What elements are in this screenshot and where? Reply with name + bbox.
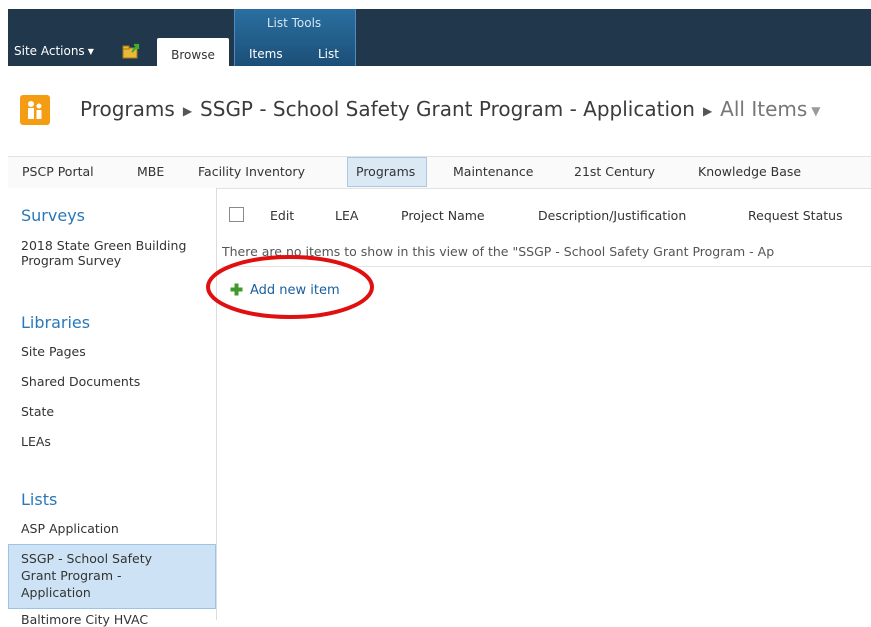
- select-all-checkbox[interactable]: [229, 207, 244, 222]
- top-nav-21st-century[interactable]: 21st Century: [574, 164, 655, 179]
- column-header-project-name[interactable]: Project Name: [401, 208, 485, 223]
- breadcrumb: Programs ▶ SSGP - School Safety Grant Prog…: [80, 97, 821, 121]
- column-header-description[interactable]: Description/Justification: [538, 208, 686, 223]
- top-nav-maintenance[interactable]: Maintenance: [453, 164, 534, 179]
- people-icon[interactable]: [20, 95, 50, 125]
- list-tools-label: List Tools: [266, 16, 322, 30]
- breadcrumb-view[interactable]: All Items: [720, 97, 807, 121]
- tab-list[interactable]: List: [318, 47, 339, 61]
- site-actions-label: Site Actions: [14, 44, 85, 58]
- tab-items[interactable]: Items: [249, 47, 283, 61]
- top-nav-mbe[interactable]: MBE: [137, 164, 164, 179]
- annotation-circle: [204, 253, 376, 321]
- lists-heading[interactable]: Lists: [21, 490, 57, 509]
- site-actions-menu[interactable]: Site Actions ▼: [14, 44, 94, 58]
- breadcrumb-programs[interactable]: Programs: [80, 97, 175, 121]
- quick-launch-item-selected[interactable]: SSGP - School Safety Grant Program - App…: [21, 550, 186, 601]
- chevron-down-icon: ▼: [87, 47, 94, 56]
- quick-launch-item[interactable]: Site Pages: [21, 344, 86, 359]
- column-header-request-status[interactable]: Request Status: [748, 208, 843, 223]
- top-nav-pscp-portal[interactable]: PSCP Portal: [22, 164, 94, 179]
- tab-browse[interactable]: Browse: [157, 38, 229, 66]
- breadcrumb-separator-icon: ▶: [182, 103, 193, 118]
- chevron-down-icon[interactable]: ▼: [811, 104, 820, 118]
- column-header-edit[interactable]: Edit: [270, 208, 294, 223]
- quick-launch-item[interactable]: LEAs: [21, 434, 51, 449]
- quick-launch-item[interactable]: State: [21, 404, 54, 419]
- column-header-lea[interactable]: LEA: [335, 208, 358, 223]
- top-nav-facility-inventory[interactable]: Facility Inventory: [198, 164, 305, 179]
- quick-launch-item[interactable]: 2018 State Green Building Program Survey: [21, 238, 211, 268]
- breadcrumb-separator-icon: ▶: [702, 103, 713, 118]
- quick-launch-item[interactable]: ASP Application: [21, 521, 119, 536]
- quick-launch-item[interactable]: Shared Documents: [21, 374, 140, 389]
- top-nav-programs[interactable]: Programs: [356, 164, 415, 179]
- top-nav-knowledge-base[interactable]: Knowledge Base: [698, 164, 801, 179]
- surveys-heading[interactable]: Surveys: [21, 206, 85, 225]
- breadcrumb-list[interactable]: SSGP - School Safety Grant Program - App…: [200, 97, 695, 121]
- libraries-heading[interactable]: Libraries: [21, 313, 90, 332]
- folder-up-icon[interactable]: [122, 42, 142, 60]
